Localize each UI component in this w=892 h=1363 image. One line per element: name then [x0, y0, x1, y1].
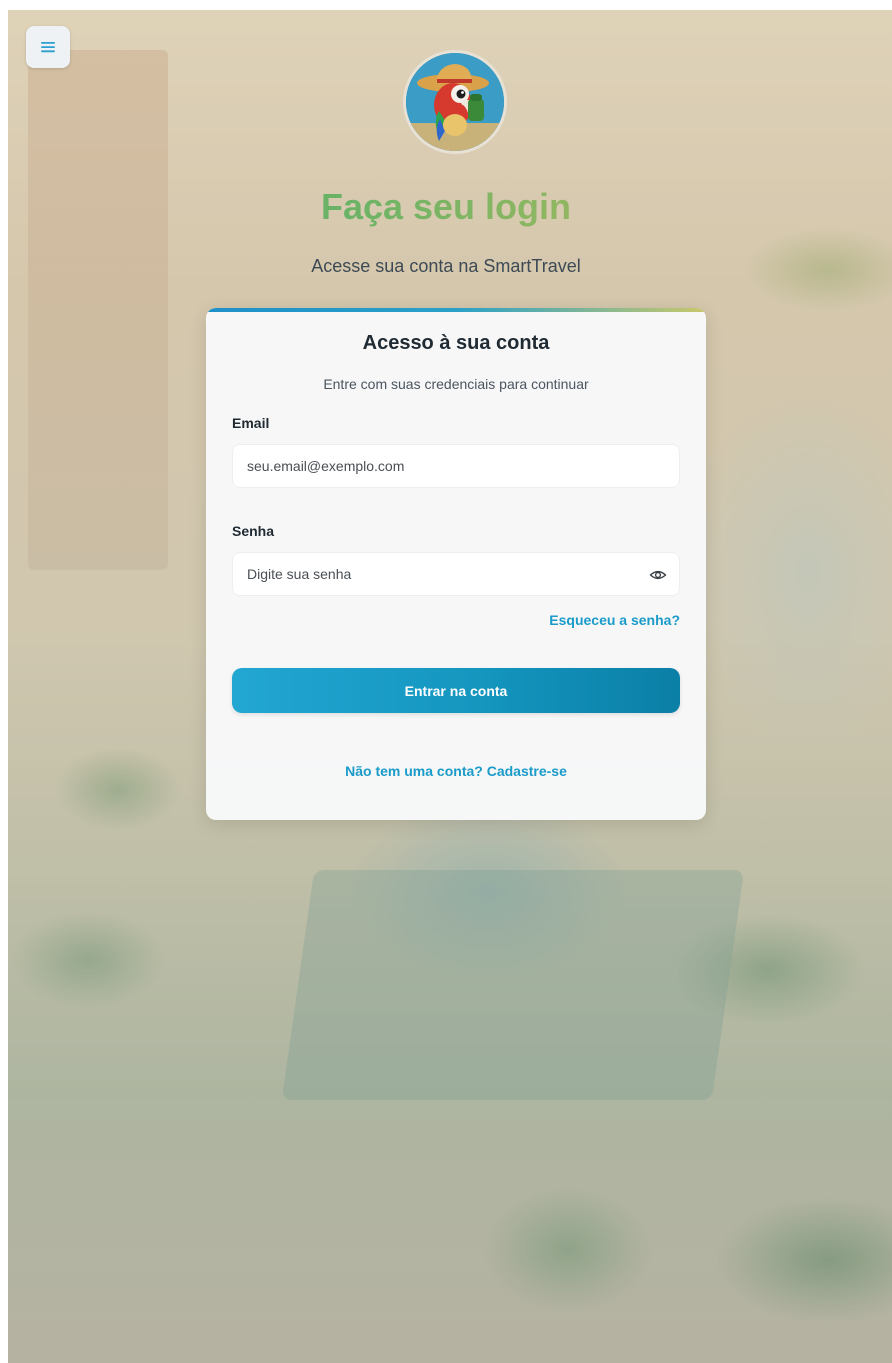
- password-field[interactable]: [233, 553, 679, 595]
- menu-icon: [41, 42, 55, 53]
- login-card: Acesso à sua conta Entre com suas creden…: [206, 308, 706, 820]
- page-title: Faça seu login: [0, 186, 892, 228]
- signup-link[interactable]: Não tem uma conta? Cadastre-se: [206, 763, 706, 779]
- card-title: Acesso à sua conta: [362, 332, 550, 354]
- email-field[interactable]: [233, 445, 679, 487]
- password-field-wrapper: [232, 552, 680, 596]
- mascot-avatar: [403, 50, 507, 154]
- card-subtitle: Entre com suas credenciais para continua…: [323, 376, 589, 392]
- email-label: Email: [232, 415, 270, 431]
- eye-icon[interactable]: [649, 566, 667, 584]
- forgot-password-link[interactable]: Esqueceu a senha?: [549, 612, 680, 628]
- card-accent-bar: [206, 308, 706, 312]
- page-subtitle: Acesse sua conta na SmartTravel: [311, 256, 581, 276]
- email-field-wrapper: [232, 444, 680, 488]
- parrot-mascot-icon: [406, 53, 504, 151]
- login-submit-button[interactable]: Entrar na conta: [232, 668, 680, 713]
- password-label: Senha: [232, 523, 275, 539]
- menu-button[interactable]: [26, 26, 70, 68]
